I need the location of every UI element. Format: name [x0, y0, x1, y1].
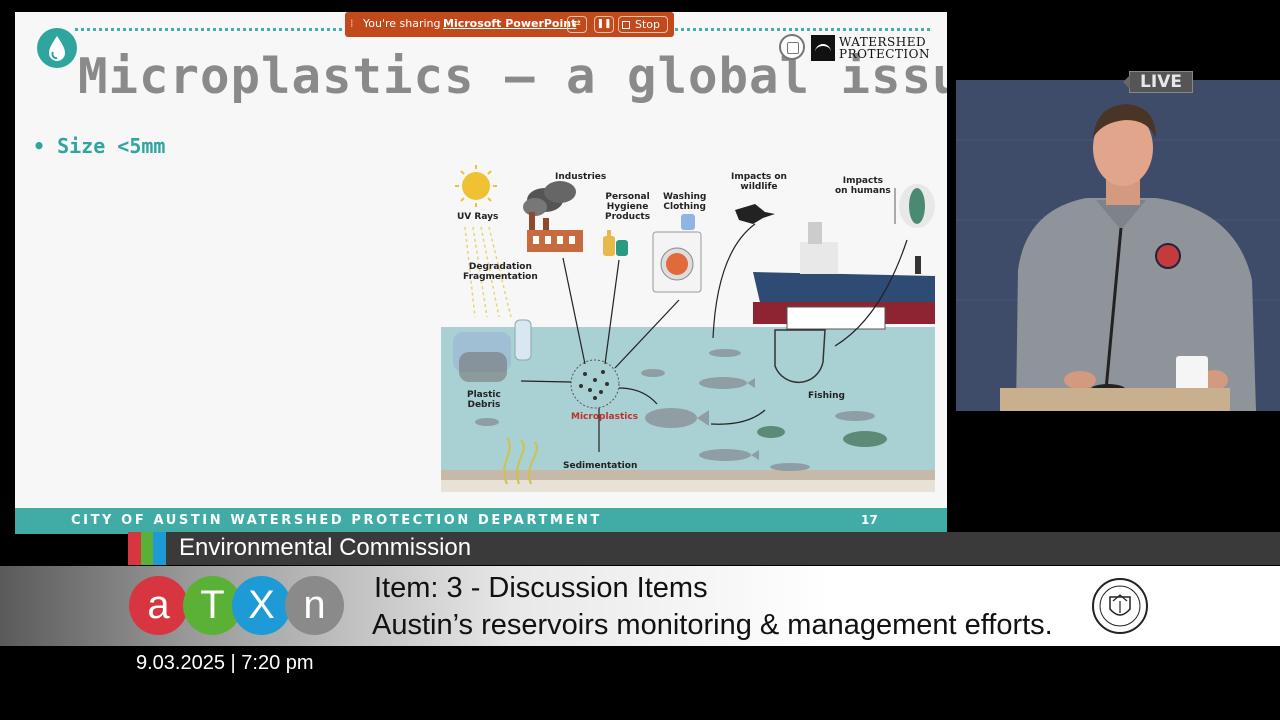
label-plastic-debris: Plastic Debris — [467, 390, 501, 410]
agenda-item-title: Item: 3 - Discussion Items — [374, 572, 708, 604]
logo-text-line2: PROTECTION — [839, 47, 930, 61]
agenda-item-bar: a T X n Item: 3 - Discussion Items Austi… — [0, 566, 1280, 646]
label-microplastics: Microplastics — [571, 412, 639, 422]
broadcast-date-time: 9.03.2025 | 7:20 pm — [136, 652, 314, 674]
live-badge: LIVE — [1123, 71, 1193, 93]
label-degradation: Degradation Fragmentation — [463, 262, 538, 282]
commission-title: Environmental Commission — [179, 534, 472, 561]
footer-text: CITY OF AUSTIN WATERSHED PROTECTION DEPA… — [71, 513, 602, 528]
drag-handle-icon[interactable]: ⁞ — [350, 17, 354, 30]
commission-bar: Environmental Commission — [128, 532, 1280, 565]
microplastics-diagram: UV Rays Industries Personal Hygiene Prod… — [435, 152, 942, 497]
screen-share-banner: ⁞ You're sharing Microsoft PowerPoint ⇄ … — [345, 12, 674, 37]
presentation-slide: Microplastics – a global issue • Size <5… — [15, 12, 947, 534]
watershed-mark-icon — [811, 35, 835, 61]
label-sedimentation: Sedimentation — [563, 461, 638, 471]
atxn-logo-letter-n: n — [285, 576, 344, 635]
color-strips — [128, 532, 167, 565]
label-fishing: Fishing — [808, 391, 845, 401]
atxn-logo-letter-a: a — [129, 576, 188, 635]
label-impacts-wildlife: Impacts on wildlife — [731, 172, 787, 192]
stop-square-icon — [622, 21, 630, 29]
presenter-figure — [956, 80, 1280, 411]
share-status-text: You're sharing — [363, 17, 441, 30]
city-of-austin-seal-icon — [1091, 577, 1149, 635]
bullet-size: • Size <5mm — [33, 134, 166, 158]
watershed-protection-logo: WATERSHED PROTECTION — [811, 34, 930, 62]
label-uv-rays: UV Rays — [457, 212, 499, 222]
city-seal-icon — [779, 34, 805, 60]
water-drop-icon — [37, 28, 77, 68]
atxn-logo-letter-x: X — [232, 576, 291, 635]
presenter-video — [956, 80, 1280, 411]
label-washing: Washing Clothing — [663, 192, 707, 212]
agenda-item-subtitle: Austin’s reservoirs monitoring & managem… — [372, 609, 1053, 641]
label-hygiene: Personal Hygiene Products — [605, 192, 651, 222]
switch-screen-button[interactable]: ⇄ — [567, 16, 587, 33]
pause-share-button[interactable]: ❚❚ — [594, 16, 614, 33]
slide-footer: CITY OF AUSTIN WATERSHED PROTECTION DEPA… — [15, 508, 947, 534]
label-industries: Industries — [555, 172, 607, 182]
label-impacts-humans: Impacts on humans — [835, 176, 891, 196]
slide-number: 17 — [861, 513, 878, 527]
shared-app-link[interactable]: Microsoft PowerPoint — [443, 17, 576, 30]
stop-label: Stop — [635, 18, 661, 31]
stop-share-button[interactable]: Stop — [618, 16, 668, 33]
